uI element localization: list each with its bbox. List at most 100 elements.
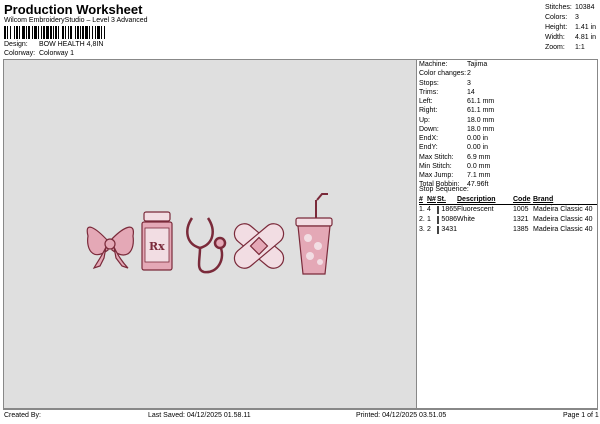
detail-label: Color changes: — [419, 70, 467, 78]
detail-row: Right: 61.1 mm — [419, 106, 597, 115]
col-description: Description — [457, 196, 496, 203]
stop-row: 2. 1 5086 1321 Madeira Classic 40 — [419, 215, 597, 225]
detail-row: Min Stitch: 0.0 mm — [419, 162, 597, 171]
detail-label: Max Stitch: — [419, 153, 454, 161]
stop-description: Fluorescent White — [457, 206, 494, 223]
stop-stitches: 1865 — [441, 206, 457, 213]
stop-stitches-cell: 1865 — [437, 205, 457, 215]
stop-row: 1. 4 1865 Fluorescent White 1005 Madeira Clas… — [419, 205, 597, 223]
detail-value: 3 — [467, 79, 471, 87]
stop-stitches: 3431 — [441, 226, 457, 233]
detail-value: 0.00 in — [467, 144, 489, 152]
detail-label: Left: — [419, 98, 433, 105]
detail-label: Min Stitch: — [419, 162, 452, 170]
detail-row: Machine: Tajima — [419, 60, 597, 69]
rx-label: Rx — [149, 240, 165, 253]
color-swatch — [437, 216, 440, 224]
color-swatch — [437, 206, 440, 214]
stat-stitches: Stitches: 10384 — [545, 4, 595, 11]
detail-row: Trims: 14 — [419, 88, 597, 97]
stop-stitches-cell: 3431 — [437, 225, 457, 235]
col-brand: Brand — [533, 196, 554, 203]
stat-zoom: Zoom: 1:1 — [545, 44, 585, 51]
colorway-row: Colorway: Colorway 1 — [4, 50, 74, 57]
stop-needle: 1 — [427, 216, 431, 223]
bow-icon — [86, 226, 134, 270]
stop-code: 1321 — [513, 216, 529, 223]
stop-needle: 4 — [427, 206, 431, 213]
printed-date: Printed: 04/12/2025 03.51.05 — [356, 412, 447, 419]
detail-row: Stops: 3 — [419, 79, 597, 88]
stat-width: Width: 4.81 in — [545, 34, 597, 41]
design-label: Design: — [4, 41, 28, 48]
detail-row: Color changes: 2 — [419, 69, 597, 78]
detail-value: 61.1 mm — [467, 98, 495, 105]
color-swatch — [437, 226, 440, 234]
detail-label: EndY: — [419, 144, 438, 152]
stop-sequence-title: Stop Sequence: — [419, 186, 469, 193]
detail-value: 61.1 mm — [467, 107, 495, 115]
detail-label: EndX: — [419, 135, 439, 142]
barcode-bar — [105, 26, 106, 39]
stop-description — [457, 215, 513, 225]
software-subtitle: Wilcom EmbroideryStudio – Level 3 Advanc… — [4, 17, 148, 24]
detail-label: Machine: — [419, 61, 448, 68]
machine-details: Machine: Tajima Color changes: 2 Stops: 3 Trim… — [419, 60, 597, 190]
detail-value: 0.0 mm — [467, 162, 491, 170]
detail-label: Right: — [419, 107, 438, 115]
detail-row: Down: 18.0 mm — [419, 125, 597, 134]
bandage-icon — [233, 223, 285, 269]
detail-label: Max Jump: — [419, 172, 454, 179]
col-index: # — [419, 196, 423, 203]
detail-row: Up: 18.0 mm — [419, 116, 597, 125]
stop-needle: 2 — [427, 226, 431, 233]
created-by: Created By: — [4, 412, 41, 419]
stethoscope-icon — [186, 217, 227, 274]
stat-height: Height: 1.41 in — [545, 24, 597, 31]
detail-value: 2 — [467, 70, 471, 78]
stop-stitches-cell: 5086 — [437, 215, 457, 225]
iced-drink-icon — [295, 193, 333, 275]
detail-row: Left: 61.1 mm — [419, 97, 597, 106]
last-saved: Last Saved: 04/12/2025 01.58.11 — [148, 412, 251, 419]
design-value: BOW HEALTH 4,8IN — [38, 41, 104, 48]
detail-label: Trims: — [419, 88, 439, 96]
col-needle: N# — [427, 196, 436, 203]
detail-value: 18.0 mm — [467, 125, 495, 133]
colorway-value: Colorway 1 — [38, 50, 74, 57]
column-divider — [416, 60, 417, 408]
detail-label: Up: — [419, 116, 430, 124]
pill-bottle-icon: Rx — [141, 211, 173, 271]
summary-stats: Stitches: 10384 Colors: 3 Height: 1.41 in W… — [545, 3, 600, 53]
embroidery-design: Rx — [86, 193, 333, 275]
detail-row: EndY: 0.00 in — [419, 143, 597, 152]
stat-colors: Colors: 3 — [545, 14, 579, 21]
stop-index: 1. — [419, 206, 425, 213]
detail-value: Tajima — [467, 61, 488, 68]
stop-description — [457, 225, 513, 235]
design-row: Design: BOW HEALTH 4,8IN — [4, 41, 103, 48]
detail-label: Down: — [419, 125, 439, 133]
stop-code: 1385 — [513, 226, 529, 233]
col-stitches: St. — [437, 196, 446, 203]
detail-row: EndX: 0.00 in — [419, 134, 597, 143]
page-title: Production Worksheet — [4, 2, 143, 17]
stop-row: 3. 2 3431 1385 Madeira Classic 40 — [419, 225, 597, 235]
footer-divider — [3, 408, 597, 409]
col-code: Code — [513, 196, 531, 203]
design-preview: Rx — [4, 60, 416, 408]
stop-index: 2. — [419, 216, 425, 223]
stop-brand: Madeira Classic 40 — [533, 206, 593, 213]
detail-row: Max Stitch: 6.9 mm — [419, 153, 597, 162]
stop-brand: Madeira Classic 40 — [533, 216, 593, 223]
stop-index: 3. — [419, 226, 425, 233]
detail-value: 18.0 mm — [467, 116, 495, 124]
detail-value: 47.96ft — [467, 181, 489, 189]
stop-brand: Madeira Classic 40 — [533, 226, 593, 233]
detail-value: 0.00 in — [467, 135, 489, 142]
detail-row: Max Jump: 7.1 mm — [419, 171, 597, 180]
detail-value: 6.9 mm — [467, 153, 491, 161]
page-number: Page 1 of 1 — [563, 412, 599, 419]
detail-label: Stops: — [419, 79, 439, 87]
barcode — [4, 26, 157, 39]
